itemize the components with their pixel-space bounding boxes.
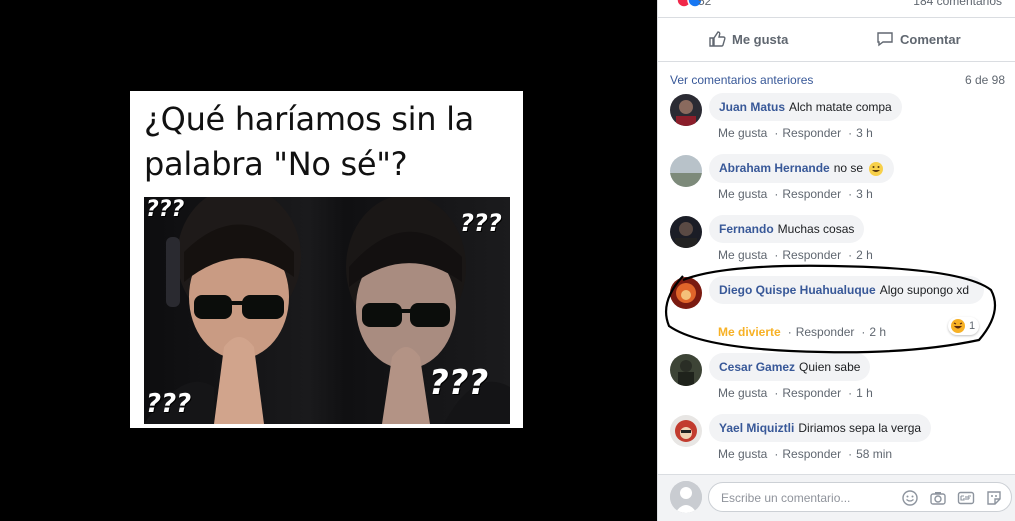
comment-meta: Me gusta · Responder · 1 h: [718, 386, 873, 400]
question-marks-bottom-left: ???: [146, 389, 192, 419]
comment-composer: Escribe un comentario...: [658, 474, 1015, 521]
avatar[interactable]: [670, 155, 702, 187]
comment-time[interactable]: 3 h: [856, 187, 873, 201]
comment-text: Algo supongo xd: [879, 283, 970, 297]
comment-author[interactable]: Yael Miquiztli: [719, 421, 794, 435]
comment-meta: Me gusta · Responder · 2 h: [718, 248, 873, 262]
comment-time[interactable]: 3 h: [856, 126, 873, 140]
avatar[interactable]: [670, 216, 702, 248]
comment-bubble: Diego Quispe Huahualuque Algo supongo xd: [709, 276, 984, 304]
sticker-icon[interactable]: [985, 489, 1003, 507]
comment-text: Diriamos sepa la verga: [798, 421, 922, 435]
laughing-emoji-icon: [869, 161, 884, 176]
comment-author[interactable]: Fernando: [719, 222, 774, 236]
comment-time[interactable]: 2 h: [856, 248, 873, 262]
comment-haha-link[interactable]: Me divierte: [718, 325, 781, 339]
comment-author[interactable]: Cesar Gamez: [719, 360, 795, 374]
comment-like-link[interactable]: Me gusta: [718, 126, 767, 140]
comment-reply-link[interactable]: Responder: [782, 447, 841, 461]
comment-text: Alch matate compa: [789, 100, 892, 114]
avatar[interactable]: [670, 94, 702, 126]
meme-photo: ??? ??? ??? ???: [144, 197, 510, 424]
comment-bubble: Cesar Gamez Quien sabe: [709, 353, 871, 381]
comment-reply-link[interactable]: Responder: [782, 187, 841, 201]
comment-reply-link[interactable]: Responder: [782, 126, 841, 140]
comment-input-placeholder: Escribe un comentario...: [721, 491, 851, 505]
comment-like-link[interactable]: Me gusta: [718, 447, 767, 461]
comment-reaction-count: 1: [969, 320, 976, 332]
current-user-avatar: [670, 481, 702, 513]
comments-page-count: 6 de 98: [964, 73, 1005, 87]
like-button-label: Me gusta: [732, 31, 789, 47]
comment-button[interactable]: Comentar: [876, 30, 961, 48]
question-marks-top-left: ???: [146, 197, 185, 222]
haha-reaction-icon: [951, 319, 965, 333]
avatar[interactable]: [670, 354, 702, 386]
thumbs-up-icon: [709, 31, 726, 47]
composer-tools: [901, 489, 1003, 507]
comment-reply-link[interactable]: Responder: [796, 325, 855, 339]
emoji-icon[interactable]: [901, 489, 919, 507]
post-actions: Me gusta Comentar: [658, 18, 1015, 62]
comment-text: Quien sabe: [799, 360, 861, 374]
comment-time[interactable]: 1 h: [856, 386, 873, 400]
comment-meta: Me gusta · Responder · 58 min: [718, 447, 893, 461]
comment-bubble: Fernando Muchas cosas: [709, 215, 865, 243]
comment-text: no se: [833, 161, 864, 175]
comment-time[interactable]: 2 h: [869, 325, 886, 339]
avatar[interactable]: [670, 415, 702, 447]
comment-input[interactable]: Escribe un comentario...: [708, 482, 1012, 512]
comment-meta: Me gusta · Responder · 3 h: [718, 126, 873, 140]
comment-like-link[interactable]: Me gusta: [718, 187, 767, 201]
avatar[interactable]: [670, 277, 702, 309]
comment-meta: Me gusta · Responder · 3 h: [718, 187, 873, 201]
question-marks-top-right: ???: [460, 209, 502, 237]
comment-bubble-icon: [877, 32, 893, 47]
comment-bubble: Yael Miquiztli Diriamos sepa la verga: [709, 414, 932, 442]
comment-bubble: Abraham Hernande no se: [709, 154, 895, 183]
gif-icon[interactable]: [957, 489, 975, 507]
comment-reply-link[interactable]: Responder: [782, 386, 841, 400]
reaction-count[interactable]: 52: [698, 0, 711, 8]
comment-like-link[interactable]: Me gusta: [718, 248, 767, 262]
comment-author[interactable]: Juan Matus: [719, 100, 785, 114]
reactions-bar: 52 184 comentarios: [658, 0, 1015, 18]
comment-button-label: Comentar: [900, 31, 961, 47]
camera-icon[interactable]: [929, 489, 947, 507]
comment-author[interactable]: Diego Quispe Huahualuque: [719, 283, 876, 297]
comment-like-link[interactable]: Me gusta: [718, 386, 767, 400]
like-button[interactable]: Me gusta: [708, 30, 788, 48]
comment-bubble: Juan Matus Alch matate compa: [709, 93, 902, 121]
comment-meta: Me divierte · Responder · 2 h: [718, 325, 887, 339]
comments-panel: 52 184 comentarios Me gusta Comentar Ver…: [657, 0, 1015, 521]
meme-caption: ¿Qué haríamos sin la palabra "No sé"?: [144, 100, 474, 183]
comment-text: Muchas cosas: [777, 222, 855, 236]
comment-reaction-chip[interactable]: 1: [948, 317, 980, 335]
view-previous-comments-link[interactable]: Ver comentarios anteriores: [670, 73, 813, 87]
photo-viewer: ¿Qué haríamos sin la palabra "No sé"? ??…: [0, 0, 657, 521]
comment-author[interactable]: Abraham Hernande: [719, 161, 830, 175]
comment-count[interactable]: 184 comentarios: [913, 0, 1002, 8]
comment-time[interactable]: 58 min: [856, 447, 892, 461]
comment-reply-link[interactable]: Responder: [782, 248, 841, 262]
question-marks-bottom-right: ???: [429, 363, 489, 403]
meme-image[interactable]: ¿Qué haríamos sin la palabra "No sé"? ??…: [130, 91, 523, 428]
